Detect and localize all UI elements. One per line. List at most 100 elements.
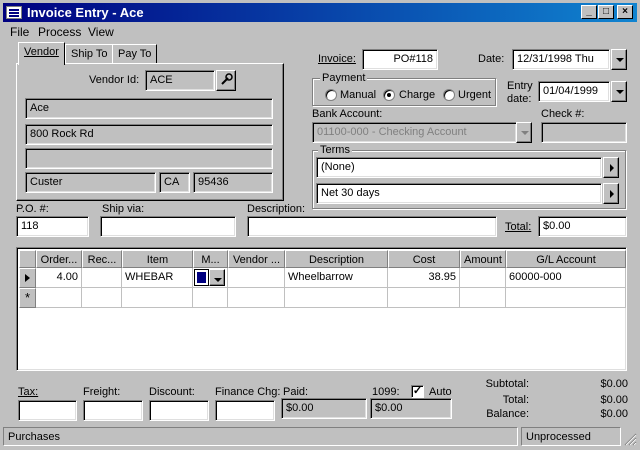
bank-account-label: Bank Account: — [312, 108, 383, 120]
wrench-icon — [221, 73, 233, 85]
title-bar[interactable]: Invoice Entry - Ace _ □ × — [3, 3, 637, 22]
terms-field-1[interactable]: (None) — [316, 157, 602, 178]
payment-manual-label[interactable]: Manual — [340, 89, 376, 101]
col-header-vendor[interactable]: Vendor ... — [228, 250, 285, 268]
payment-urgent-label[interactable]: Urgent — [458, 89, 491, 101]
cell-amount[interactable] — [460, 268, 506, 288]
new-cell-order[interactable] — [36, 288, 82, 308]
vendor-lookup-button[interactable] — [216, 70, 236, 91]
vendor-zip-field[interactable]: 95436 — [193, 172, 273, 193]
description-field[interactable] — [247, 216, 497, 237]
entry-date-label-line2: date: — [507, 93, 532, 105]
form-1099-field: $0.00 — [370, 398, 452, 419]
close-button[interactable]: × — [617, 5, 633, 19]
total-field[interactable]: $0.00 — [538, 216, 627, 237]
cell-vendor[interactable] — [228, 268, 285, 288]
terms-1-arrow-button[interactable] — [603, 157, 619, 178]
cell-received[interactable] — [82, 268, 122, 288]
invoice-entry-window: Invoice Entry - Ace _ □ × File Process V… — [0, 0, 640, 450]
m-cell-input[interactable] — [194, 269, 209, 286]
entry-date-label-line1: Entry — [507, 80, 533, 92]
col-header-gl-account[interactable]: G/L Account — [506, 250, 626, 268]
auto-1099-checkbox[interactable]: ✓ — [411, 385, 424, 398]
tax-field[interactable] — [18, 400, 77, 421]
balance-label: Balance: — [486, 408, 529, 420]
minimize-button[interactable]: _ — [581, 5, 597, 19]
cell-cost[interactable]: 38.95 — [388, 268, 460, 288]
col-header-order[interactable]: Order... — [36, 250, 82, 268]
cell-gl-account[interactable]: 60000-000 — [506, 268, 626, 288]
tab-pay-to[interactable]: Pay To — [112, 44, 158, 64]
col-header-description[interactable]: Description — [285, 250, 388, 268]
new-cell-m[interactable] — [193, 288, 228, 308]
vendor-id-label: Vendor Id: — [89, 74, 140, 86]
payment-charge-label[interactable]: Charge — [399, 89, 435, 101]
status-module: Purchases — [3, 427, 518, 446]
vendor-address1-field[interactable]: 800 Rock Rd — [25, 124, 273, 145]
vendor-name-field[interactable]: Ace — [25, 98, 273, 119]
menu-process[interactable]: Process — [38, 25, 81, 39]
new-cell-amount[interactable] — [460, 288, 506, 308]
auto-1099-label[interactable]: Auto — [429, 386, 452, 398]
menu-view[interactable]: View — [88, 25, 114, 39]
m-cell-dropdown-button[interactable] — [209, 269, 225, 286]
bank-account-dropdown-button[interactable] — [516, 122, 532, 143]
col-header-received[interactable]: Rec... — [82, 250, 122, 268]
cell-description[interactable]: Wheelbarrow — [285, 268, 388, 288]
paid-field: $0.00 — [281, 398, 367, 419]
check-number-label: Check #: — [541, 108, 585, 120]
payment-charge-radio[interactable] — [383, 89, 395, 101]
date-dropdown-button[interactable] — [611, 49, 627, 70]
check-number-field[interactable] — [541, 122, 627, 143]
invoice-field[interactable]: PO#118 — [362, 49, 438, 70]
col-header-item[interactable]: Item — [122, 250, 193, 268]
finance-charge-field[interactable] — [215, 400, 275, 421]
new-cell-description[interactable] — [285, 288, 388, 308]
col-header-amount[interactable]: Amount — [460, 250, 506, 268]
tab-vendor[interactable]: Vendor — [18, 42, 65, 65]
bank-account-field[interactable]: 01100-000 - Checking Account — [312, 122, 517, 143]
col-header-cost[interactable]: Cost — [388, 250, 460, 268]
vendor-city-field[interactable]: Custer — [25, 172, 156, 193]
cell-order[interactable]: 4.00 — [36, 268, 82, 288]
date-label: Date: — [478, 53, 505, 65]
terms-field-2[interactable]: Net 30 days — [316, 183, 602, 204]
maximize-button[interactable]: □ — [598, 5, 614, 19]
entry-date-field[interactable]: 01/04/1999 — [538, 81, 610, 102]
payment-label: Payment — [320, 72, 368, 84]
terms-label: Terms — [318, 144, 352, 156]
vendor-address2-field[interactable] — [25, 148, 273, 169]
menu-file[interactable]: File — [10, 25, 29, 39]
invoice-label: Invoice: — [318, 53, 356, 65]
po-field[interactable]: 118 — [16, 216, 89, 237]
payment-urgent-radio[interactable] — [443, 89, 455, 101]
new-cell-received[interactable] — [82, 288, 122, 308]
description-label: Description: — [247, 203, 306, 215]
tax-label: Tax: — [18, 386, 39, 398]
ship-via-field[interactable] — [100, 216, 236, 237]
new-cell-vendor[interactable] — [228, 288, 285, 308]
discount-field[interactable] — [149, 400, 209, 421]
date-field[interactable]: 12/31/1998 Thu — [512, 49, 610, 70]
tab-ship-to[interactable]: Ship To — [65, 44, 114, 64]
col-header-m[interactable]: M... — [193, 250, 228, 268]
cell-item[interactable]: WHEBAR — [122, 268, 193, 288]
terms-2-arrow-button[interactable] — [603, 183, 619, 204]
line-items-grid[interactable]: Order... Rec... Item M... Vendor ... Des… — [16, 247, 627, 371]
new-cell-cost[interactable] — [388, 288, 460, 308]
resize-grip[interactable] — [623, 432, 637, 446]
vendor-state-field[interactable]: CA — [159, 172, 190, 193]
row-selector-current[interactable] — [19, 268, 36, 288]
freight-field[interactable] — [83, 400, 143, 421]
app-icon[interactable] — [6, 6, 22, 19]
vendor-id-field[interactable]: ACE — [145, 70, 215, 91]
new-cell-gl-account[interactable] — [506, 288, 626, 308]
finance-charge-label: Finance Chg: — [215, 386, 281, 398]
new-cell-item[interactable] — [122, 288, 193, 308]
payment-manual-radio[interactable] — [325, 89, 337, 101]
form-1099-label: 1099: — [372, 386, 400, 398]
row-selector-new[interactable]: * — [19, 288, 36, 308]
paid-label: Paid: — [283, 386, 309, 398]
entry-date-dropdown-button[interactable] — [611, 81, 627, 102]
cell-m[interactable] — [193, 268, 228, 288]
